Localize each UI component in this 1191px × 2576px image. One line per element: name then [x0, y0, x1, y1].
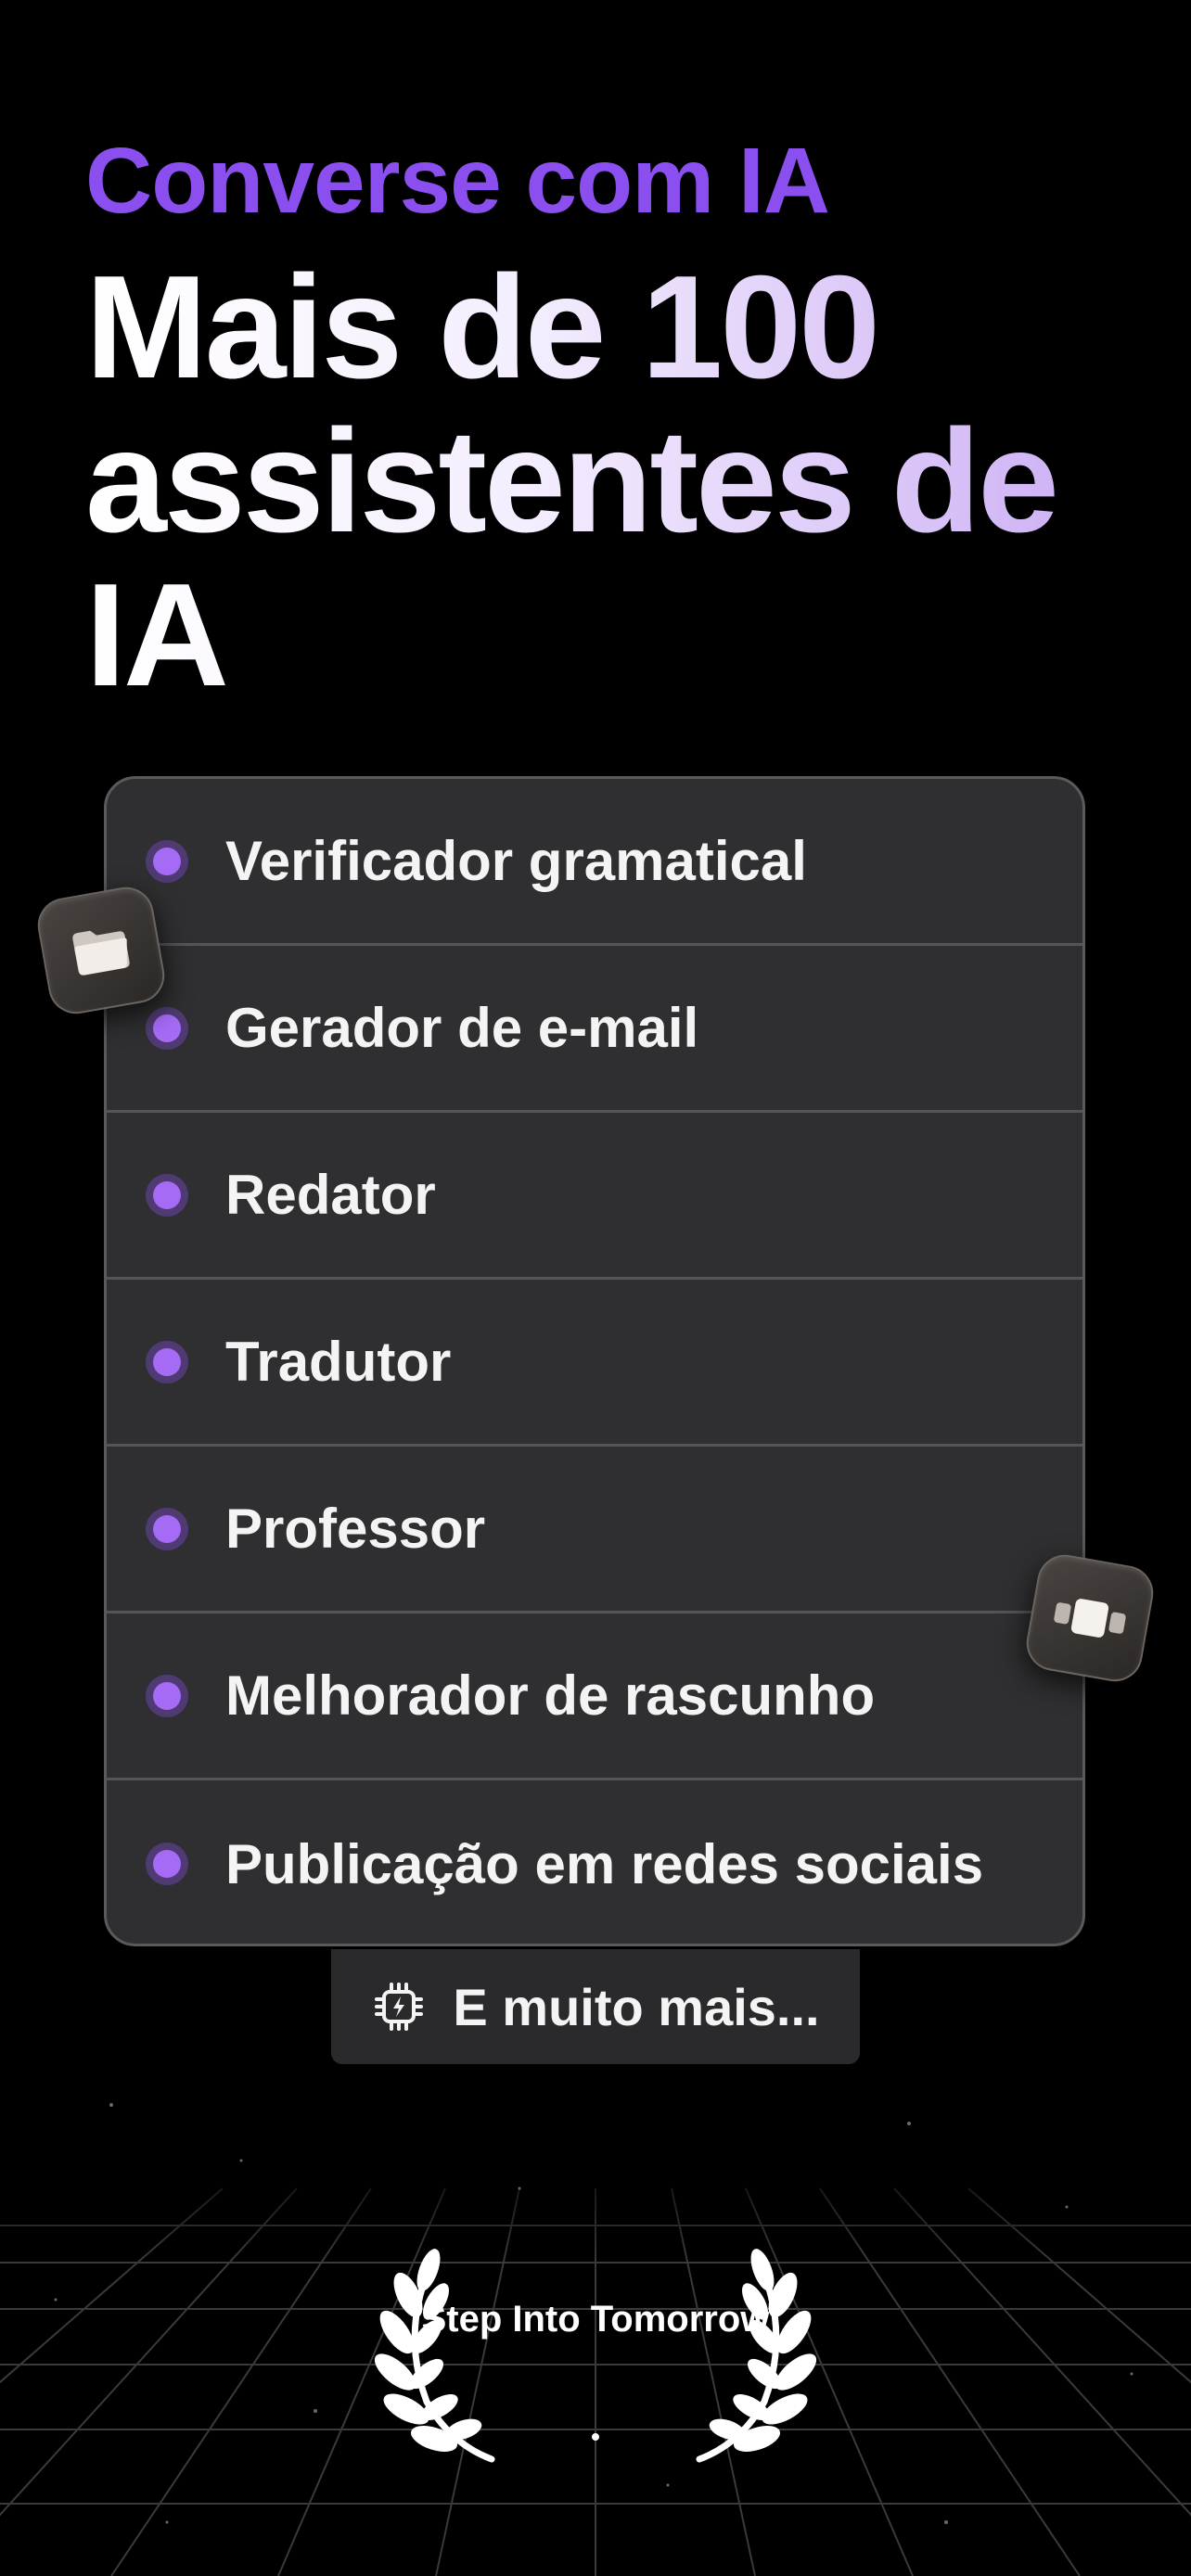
assistant-label: Tradutor [225, 1331, 452, 1393]
bullet-dot-icon [153, 1514, 181, 1543]
assistant-label: Professor [225, 1498, 486, 1560]
assistant-label: Publicação em redes sociais [225, 1832, 984, 1895]
list-item: Redator [107, 1113, 1082, 1280]
list-item: Professor [107, 1447, 1082, 1613]
award-dot [592, 2433, 599, 2441]
more-label: E muito mais... [453, 1977, 820, 2036]
award-badge: Step Into Tomorrow [371, 2244, 820, 2467]
list-item: Gerador de e-mail [107, 946, 1082, 1113]
assistant-label: Gerador de e-mail [225, 997, 699, 1059]
bullet-dot-icon [153, 847, 181, 875]
eyebrow-title: Converse com IA [85, 129, 830, 233]
list-item: Tradutor [107, 1280, 1082, 1447]
assistant-label: Melhorador de rascunho [225, 1664, 876, 1727]
carousel-icon [1022, 1550, 1158, 1686]
chip-lightning-icon [375, 1983, 424, 2031]
list-item: Verificador gramatical [107, 779, 1082, 946]
bullet-dot-icon [153, 1014, 181, 1042]
list-item: Melhorador de rascunho [107, 1613, 1082, 1780]
bullet-dot-icon [153, 1681, 181, 1710]
assistant-label: Verificador gramatical [225, 830, 807, 892]
laurel-left-icon [374, 2249, 495, 2463]
assistant-label: Redator [225, 1164, 436, 1226]
laurel-right-icon [696, 2249, 817, 2463]
bullet-dot-icon [153, 1850, 181, 1878]
headline-title: Mais de 100 assistentes de IA [85, 250, 1059, 712]
assistant-list: Verificador gramatical Gerador de e-mail… [104, 776, 1085, 1946]
folder-icon [33, 883, 169, 1018]
bullet-dot-icon [153, 1180, 181, 1209]
more-assistants-tab: E muito mais... [331, 1949, 860, 2064]
hero-header: Converse com IA Mais de 100 assistentes … [85, 130, 1124, 712]
bullet-dot-icon [153, 1347, 181, 1376]
list-item: Publicação em redes sociais [107, 1780, 1082, 1944]
